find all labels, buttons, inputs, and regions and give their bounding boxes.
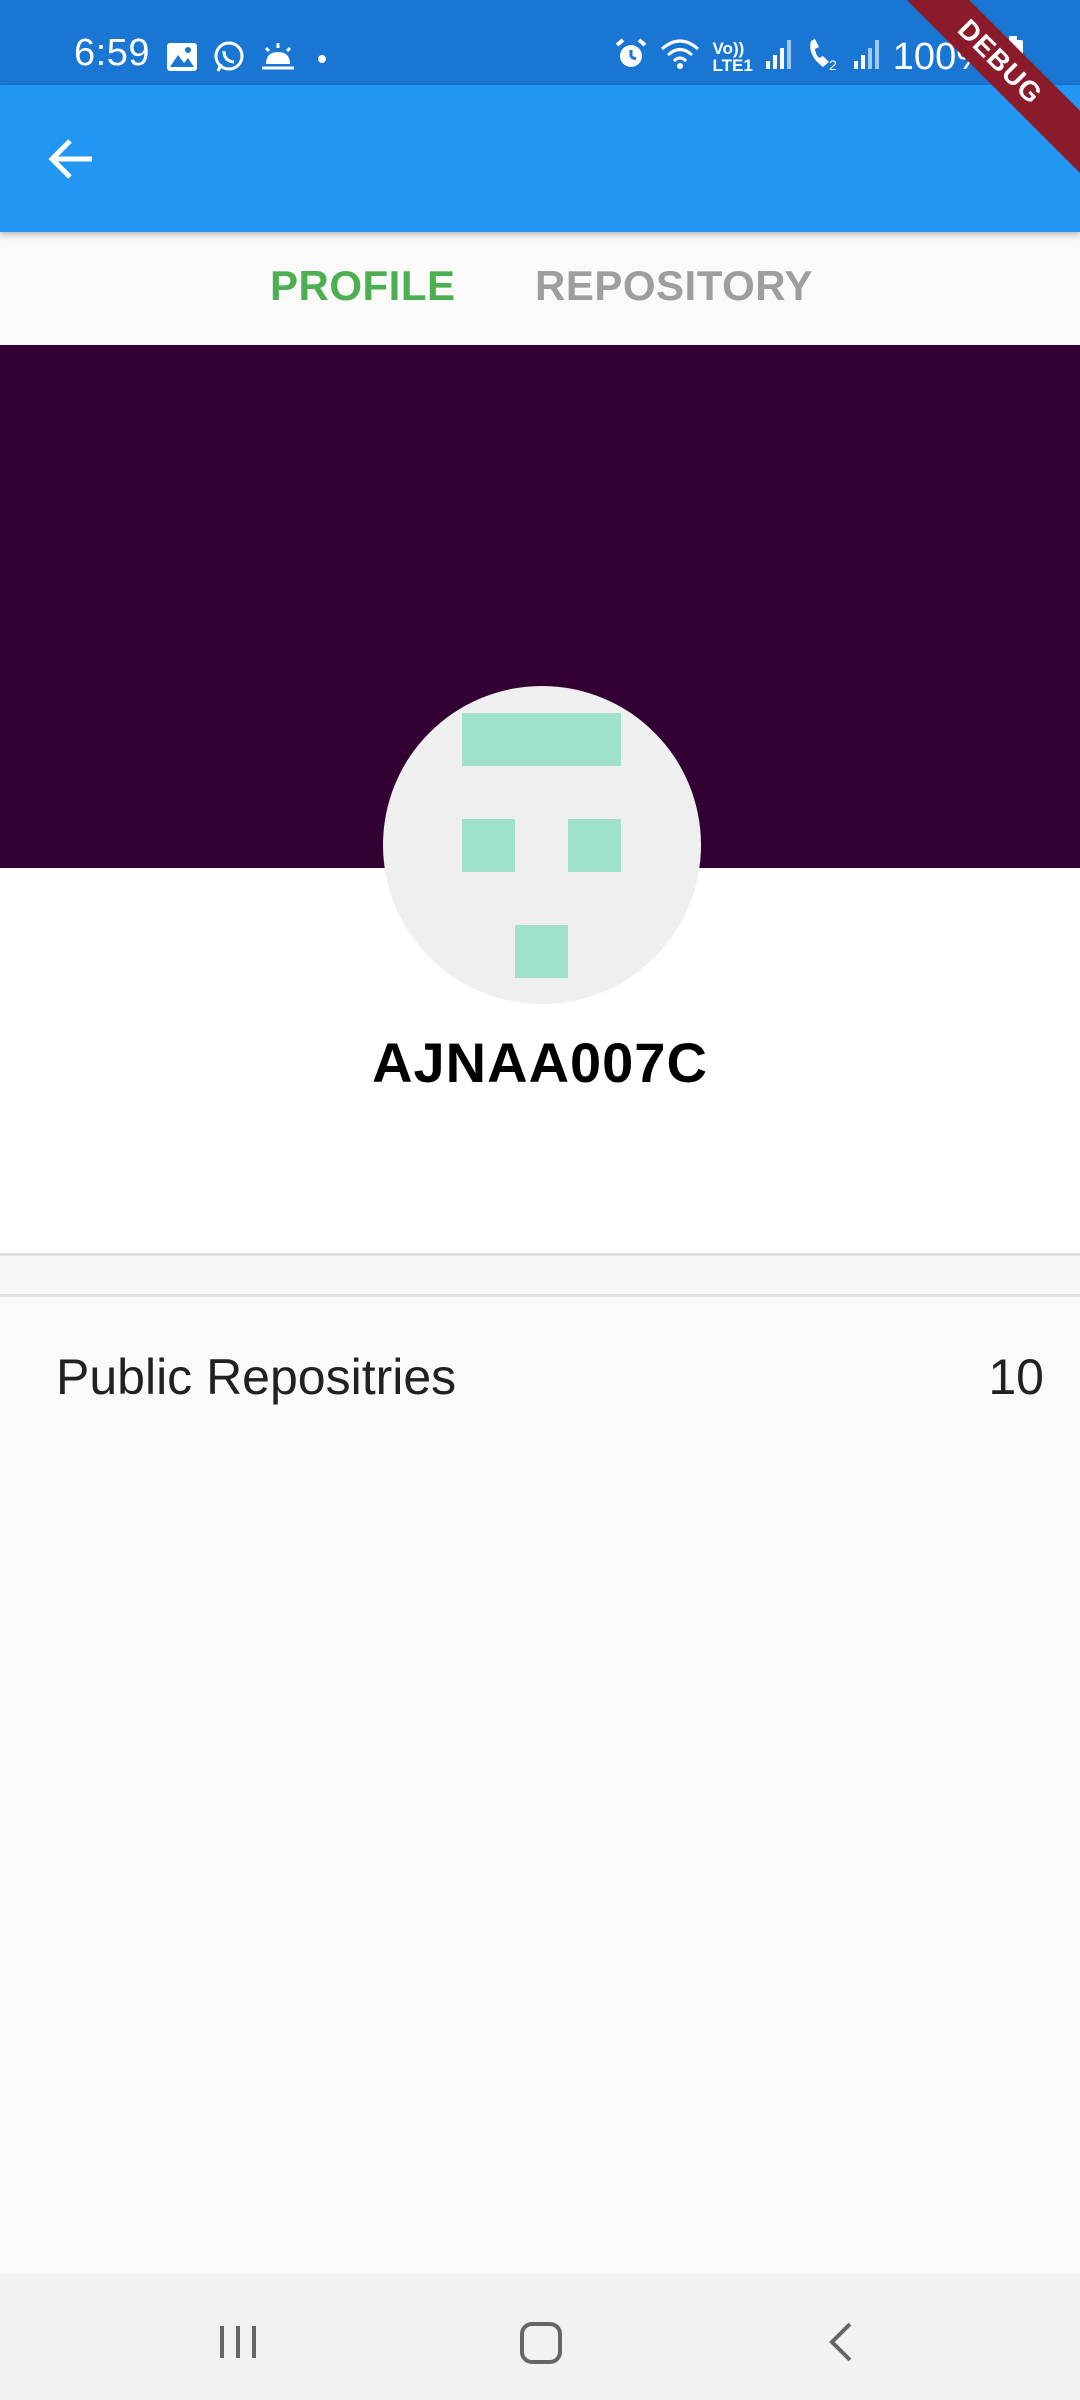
home-icon [520, 2322, 562, 2364]
section-divider [0, 1253, 1080, 1297]
tab-profile[interactable]: PROFILE [270, 262, 456, 310]
signal-icon [853, 37, 881, 76]
lte-label: LTE1 [712, 55, 753, 75]
wifi-icon [660, 37, 700, 76]
status-bar: 6:59 Vo)) LTE1 2 100% [0, 0, 1080, 85]
avatar-pixel [568, 819, 621, 872]
signal-icon [765, 37, 793, 76]
avatar-pixel [462, 713, 621, 766]
nav-back-button[interactable] [812, 2312, 872, 2372]
username: AJNAA007C [372, 1031, 708, 1094]
volte-icon: Vo)) LTE1 [712, 40, 752, 74]
system-nav-bar [0, 2274, 1080, 2400]
stat-value: 10 [988, 1349, 1044, 1405]
status-left-icons [166, 40, 334, 79]
recents-icon [220, 2326, 256, 2358]
tab-repository[interactable]: REPOSITORY [535, 262, 813, 310]
avatar-pixel [515, 925, 568, 978]
gallery-icon [166, 42, 198, 77]
back-button[interactable] [40, 127, 104, 191]
home-button[interactable] [510, 2312, 570, 2372]
whatsapp-icon [212, 40, 246, 79]
app-bar [0, 85, 1080, 232]
weather-icon [260, 42, 296, 77]
call-icon: 2 [805, 37, 841, 76]
stat-row-public-repos: Public Repositries 10 [0, 1340, 1080, 1410]
volte-label: Vo)) [712, 38, 745, 58]
arrow-left-icon [48, 139, 92, 179]
back-icon [829, 2322, 852, 2362]
alarm-icon [614, 37, 648, 76]
stat-label: Public Repositries [56, 1349, 457, 1405]
recents-button[interactable] [208, 2312, 268, 2372]
tab-bar: PROFILE REPOSITORY [0, 232, 1080, 345]
avatar-pixel [462, 819, 515, 872]
dot-icon [310, 42, 334, 77]
svg-text:2: 2 [829, 57, 837, 71]
avatar [383, 686, 701, 1004]
status-time: 6:59 [74, 32, 150, 74]
